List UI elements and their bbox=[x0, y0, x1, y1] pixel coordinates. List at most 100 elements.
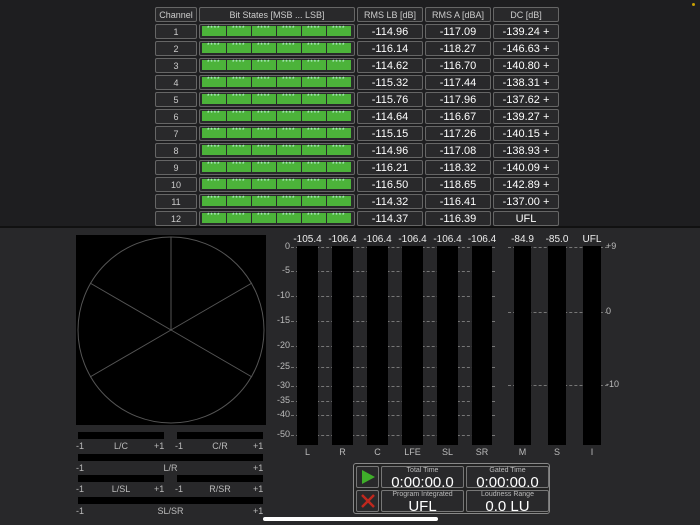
rms-dc-cell: -140.15 + bbox=[493, 126, 559, 141]
grid-line bbox=[291, 271, 495, 272]
meter-value: -106.4 bbox=[360, 234, 396, 245]
bit-group: **** bbox=[327, 111, 351, 121]
rms-dc-cell: -142.89 + bbox=[493, 177, 559, 192]
scale-tick-left: -15 bbox=[270, 315, 290, 325]
rms-lb-cell: -116.21 bbox=[357, 160, 423, 175]
balance-max: +1 bbox=[154, 484, 164, 494]
rms-lb-cell: -114.32 bbox=[357, 194, 423, 209]
column-header: Bit States [MSB ... LSB] bbox=[199, 7, 355, 22]
meter-label: SL bbox=[433, 447, 463, 457]
rms-dc-cell: -138.31 + bbox=[493, 75, 559, 90]
balance-label: L/C bbox=[78, 441, 164, 451]
rms-lb-cell: -116.14 bbox=[357, 41, 423, 56]
bit-group: **** bbox=[302, 60, 326, 70]
bit-group: **** bbox=[202, 196, 226, 206]
bit-group: **** bbox=[252, 26, 276, 36]
rms-a-cell: -118.32 bbox=[425, 160, 491, 175]
reset-button[interactable] bbox=[356, 490, 379, 512]
vectorscope bbox=[76, 235, 266, 425]
scale-tick-left: -25 bbox=[270, 361, 290, 371]
bit-states-cell: ************************ bbox=[199, 143, 355, 158]
bit-group: **** bbox=[227, 111, 251, 121]
play-button[interactable] bbox=[356, 466, 379, 488]
rms-dc-cell: -137.00 + bbox=[493, 194, 559, 209]
scale-tick-right: 0 bbox=[606, 306, 626, 316]
status-dot bbox=[692, 3, 695, 6]
bit-states-cell: ************************ bbox=[199, 58, 355, 73]
bit-group: **** bbox=[277, 179, 301, 189]
table-row: 4************************-115.32-117.44-… bbox=[155, 75, 559, 90]
balance-label: SL/SR bbox=[78, 506, 263, 516]
balance-bar bbox=[177, 475, 263, 482]
loudness-panel: Total Time0:00:00.0 Gated Time0:00:00.0 … bbox=[353, 463, 550, 514]
rms-dc-cell: -146.63 + bbox=[493, 41, 559, 56]
bit-group: **** bbox=[252, 162, 276, 172]
bit-group: **** bbox=[227, 162, 251, 172]
bit-group: **** bbox=[227, 60, 251, 70]
bit-group: **** bbox=[202, 111, 226, 121]
bit-group: **** bbox=[327, 162, 351, 172]
table-row: 10************************-116.50-118.65… bbox=[155, 177, 559, 192]
rms-dc-cell: -138.93 + bbox=[493, 143, 559, 158]
bit-group: **** bbox=[302, 128, 326, 138]
bit-states-cell: ************************ bbox=[199, 211, 355, 226]
level-meter-r bbox=[332, 246, 353, 445]
rms-lb-cell: -115.15 bbox=[357, 126, 423, 141]
rms-lb-cell: -114.96 bbox=[357, 24, 423, 39]
channel-cell: 6 bbox=[155, 109, 197, 124]
balance-label: L/SL bbox=[78, 484, 164, 494]
rms-a-cell: -116.67 bbox=[425, 109, 491, 124]
home-indicator[interactable] bbox=[263, 517, 438, 521]
balance-max: +1 bbox=[253, 484, 263, 494]
bit-group: **** bbox=[227, 94, 251, 104]
scale-tick-left: 0 bbox=[270, 241, 290, 251]
table-row: 3************************-114.62-116.70-… bbox=[155, 58, 559, 73]
rms-a-cell: -118.27 bbox=[425, 41, 491, 56]
table-row: 8************************-114.96-117.08-… bbox=[155, 143, 559, 158]
bit-group: **** bbox=[327, 128, 351, 138]
meter-value: -106.4 bbox=[430, 234, 466, 245]
rms-lb-cell: -114.62 bbox=[357, 58, 423, 73]
bit-group: **** bbox=[302, 162, 326, 172]
balance-max: +1 bbox=[253, 463, 263, 473]
bit-group: **** bbox=[327, 179, 351, 189]
bit-group: **** bbox=[277, 145, 301, 155]
table-row: 2************************-116.14-118.27-… bbox=[155, 41, 559, 56]
rms-a-cell: -118.65 bbox=[425, 177, 491, 192]
bit-group: **** bbox=[277, 26, 301, 36]
gated-time-display: Gated Time0:00:00.0 bbox=[466, 466, 549, 488]
scale-tick-left: -10 bbox=[270, 290, 290, 300]
meter-value: -106.4 bbox=[464, 234, 500, 245]
level-meter-sl bbox=[437, 246, 458, 445]
rms-a-cell: -117.96 bbox=[425, 92, 491, 107]
bit-group: **** bbox=[327, 94, 351, 104]
level-meter-lfe bbox=[402, 246, 423, 445]
total-time-value: 0:00:00.0 bbox=[382, 475, 463, 491]
table-row: 11************************-114.32-116.41… bbox=[155, 194, 559, 209]
bit-group: **** bbox=[277, 162, 301, 172]
bit-group: **** bbox=[202, 26, 226, 36]
bit-group: **** bbox=[327, 145, 351, 155]
rms-dc-cell: -140.09 + bbox=[493, 160, 559, 175]
channel-cell: 9 bbox=[155, 160, 197, 175]
balance-bar bbox=[78, 432, 164, 439]
meter-label: LFE bbox=[398, 447, 428, 457]
bit-group: **** bbox=[327, 196, 351, 206]
balance-bar bbox=[78, 454, 263, 461]
grid-line bbox=[291, 401, 495, 402]
balance-max: +1 bbox=[154, 441, 164, 451]
bit-states-cell: ************************ bbox=[199, 126, 355, 141]
grid-line bbox=[291, 247, 495, 248]
balance-max: +1 bbox=[253, 506, 263, 516]
bit-group: **** bbox=[277, 196, 301, 206]
meter-value: UFL bbox=[574, 234, 610, 245]
bit-group: **** bbox=[277, 128, 301, 138]
integrated-value: UFL bbox=[382, 499, 463, 515]
bit-group: **** bbox=[302, 196, 326, 206]
bit-group: **** bbox=[202, 77, 226, 87]
meter-label: S bbox=[542, 447, 572, 457]
channel-cell: 3 bbox=[155, 58, 197, 73]
balance-bar bbox=[177, 432, 263, 439]
level-meter-sr bbox=[472, 246, 492, 445]
bit-group: **** bbox=[327, 60, 351, 70]
